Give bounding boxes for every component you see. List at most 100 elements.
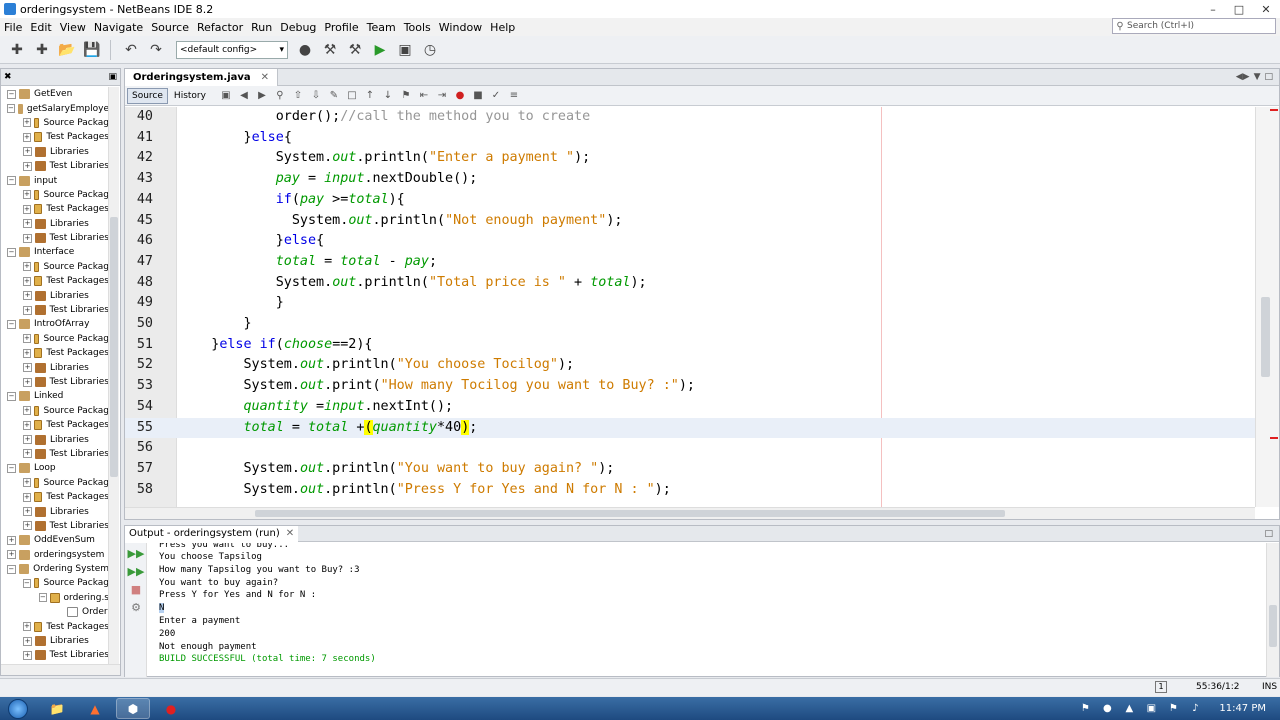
save-all-icon[interactable]: 💾: [81, 39, 103, 61]
notifications-icon[interactable]: 1: [1155, 681, 1167, 693]
expand-icon[interactable]: +: [23, 406, 31, 416]
action-center-icon[interactable]: ⚑: [1165, 703, 1181, 714]
previous-bookmark-icon[interactable]: ↑: [362, 89, 378, 103]
collapse-icon[interactable]: −: [7, 89, 16, 99]
code-line[interactable]: 41 }else{: [125, 128, 1255, 149]
tree-node[interactable]: − Source Packag: [1, 576, 109, 590]
expand-icon[interactable]: +: [23, 492, 31, 502]
tray-app-icon[interactable]: ⚑: [1077, 703, 1093, 714]
menu-refactor[interactable]: Refactor: [193, 21, 247, 34]
tree-node[interactable]: Order: [1, 605, 109, 619]
tree-node[interactable]: + Source Packag: [1, 188, 109, 202]
collapse-icon[interactable]: −: [7, 104, 15, 114]
close-icon[interactable]: ✖: [4, 72, 12, 82]
projects-horizontal-scrollbar[interactable]: [1, 664, 120, 675]
menu-view[interactable]: View: [56, 21, 90, 34]
code-text[interactable]: quantity =input.nextInt();: [179, 397, 454, 418]
code-text[interactable]: total = total +(quantity*40);: [179, 418, 477, 439]
tree-node[interactable]: + Test Libraries: [1, 231, 109, 245]
output-vertical-scrollbar[interactable]: [1266, 543, 1279, 677]
expand-icon[interactable]: +: [23, 478, 31, 488]
rerun-icon[interactable]: ▶▶: [128, 546, 145, 560]
tray-record-icon[interactable]: ●: [1099, 703, 1115, 714]
code-text[interactable]: pay = input.nextDouble();: [179, 169, 478, 190]
tree-node[interactable]: + Test Libraries: [1, 303, 109, 317]
tab-orderingsystem-java[interactable]: Orderingsystem.java ✕: [125, 68, 279, 86]
tray-arrow-icon[interactable]: ▲: [1121, 703, 1137, 714]
menu-source[interactable]: Source: [147, 21, 193, 34]
code-line[interactable]: 57 System.out.println("You want to buy a…: [125, 459, 1255, 480]
tree-node[interactable]: + Source Packag: [1, 404, 109, 418]
tree-node[interactable]: + Test Packages: [1, 418, 109, 432]
find-icon[interactable]: ⚲: [272, 89, 288, 103]
tree-node[interactable]: + Source Packag: [1, 116, 109, 130]
comment-icon[interactable]: ✓: [488, 89, 504, 103]
scrollbar-thumb[interactable]: [110, 217, 118, 477]
code-line[interactable]: 48 System.out.println("Total price is " …: [125, 273, 1255, 294]
expand-icon[interactable]: +: [23, 348, 31, 358]
tree-node[interactable]: − ordering.s: [1, 591, 109, 605]
forward-icon[interactable]: ▶: [254, 89, 270, 103]
menu-navigate[interactable]: Navigate: [90, 21, 147, 34]
close-tab-icon[interactable]: ✕: [286, 528, 294, 539]
collapse-icon[interactable]: −: [23, 578, 31, 588]
tree-node[interactable]: + Libraries: [1, 360, 109, 374]
projects-vertical-scrollbar[interactable]: [108, 87, 119, 665]
toggle-bookmark-icon[interactable]: ⚑: [398, 89, 414, 103]
minimize-panel-icon[interactable]: ▣: [108, 72, 117, 82]
expand-icon[interactable]: +: [23, 118, 31, 128]
tree-node[interactable]: + orderingsystem: [1, 548, 109, 562]
editor-vertical-scrollbar[interactable]: [1255, 107, 1279, 507]
scroll-tabs-left-icon[interactable]: ◀▶: [1236, 72, 1250, 82]
selected-text[interactable]: N: [159, 603, 165, 614]
find-previous-icon[interactable]: ⇧: [290, 89, 306, 103]
next-bookmark-icon[interactable]: ↓: [380, 89, 396, 103]
expand-icon[interactable]: +: [23, 622, 31, 632]
expand-icon[interactable]: +: [23, 276, 31, 286]
show-opened-documents-icon[interactable]: ▼: [1254, 72, 1261, 82]
tree-node[interactable]: + Test Packages: [1, 202, 109, 216]
expand-icon[interactable]: +: [23, 291, 32, 301]
scrollbar-thumb[interactable]: [1261, 297, 1270, 377]
code-line[interactable]: 55 total = total +(quantity*40);: [125, 417, 1255, 439]
tree-node[interactable]: + Test Packages: [1, 490, 109, 504]
tree-node[interactable]: + Test Packages: [1, 619, 109, 633]
uncomment-icon[interactable]: ≡: [506, 89, 522, 103]
expand-icon[interactable]: +: [23, 420, 31, 430]
tree-node[interactable]: + Test Packages: [1, 274, 109, 288]
maximize-editor-icon[interactable]: □: [1264, 72, 1273, 82]
toggle-highlight-icon[interactable]: ✎: [326, 89, 342, 103]
code-line[interactable]: 52 System.out.println("You choose Tocilo…: [125, 355, 1255, 376]
code-line[interactable]: 40 order();//call the method you to crea…: [125, 107, 1255, 128]
maximize-button[interactable]: □: [1226, 0, 1252, 18]
tree-node[interactable]: + Libraries: [1, 288, 109, 302]
expand-icon[interactable]: +: [23, 204, 31, 214]
code-text[interactable]: }else{: [179, 128, 291, 149]
collapse-icon[interactable]: −: [7, 319, 16, 329]
tree-node[interactable]: + Test Libraries: [1, 375, 109, 389]
code-line[interactable]: 42 System.out.println("Enter a payment "…: [125, 148, 1255, 169]
tree-node[interactable]: + Test Libraries: [1, 519, 109, 533]
volume-icon[interactable]: ♪: [1187, 703, 1203, 714]
start-macro-icon[interactable]: ●: [452, 89, 468, 103]
recorder-icon[interactable]: ●: [154, 698, 188, 719]
new-file-icon[interactable]: ✚: [6, 39, 28, 61]
scrollbar-thumb[interactable]: [1269, 605, 1277, 647]
open-project-icon[interactable]: 📂: [56, 39, 78, 61]
taskbar-clock[interactable]: 11:47 PM: [1219, 703, 1266, 714]
tree-node[interactable]: + Libraries: [1, 217, 109, 231]
error-stripe-mark[interactable]: [1270, 109, 1278, 111]
code-text[interactable]: }else{: [179, 231, 324, 252]
last-edit-icon[interactable]: ▣: [218, 89, 234, 103]
tree-node[interactable]: − getSalaryEmploye: [1, 101, 109, 115]
menu-edit[interactable]: Edit: [26, 21, 55, 34]
tab-output[interactable]: Output - orderingsystem (run) ✕: [125, 525, 299, 542]
back-icon[interactable]: ◀: [236, 89, 252, 103]
expand-icon[interactable]: +: [23, 262, 31, 272]
menu-run[interactable]: Run: [247, 21, 276, 34]
code-text[interactable]: total = total - pay;: [179, 252, 437, 273]
output-console[interactable]: Press you want to buy... You choose Tapsi…: [159, 543, 1249, 677]
code-line[interactable]: 43 pay = input.nextDouble();: [125, 169, 1255, 190]
menu-help[interactable]: Help: [486, 21, 519, 34]
code-text[interactable]: System.out.println("You choose Tocilog")…: [179, 355, 574, 376]
